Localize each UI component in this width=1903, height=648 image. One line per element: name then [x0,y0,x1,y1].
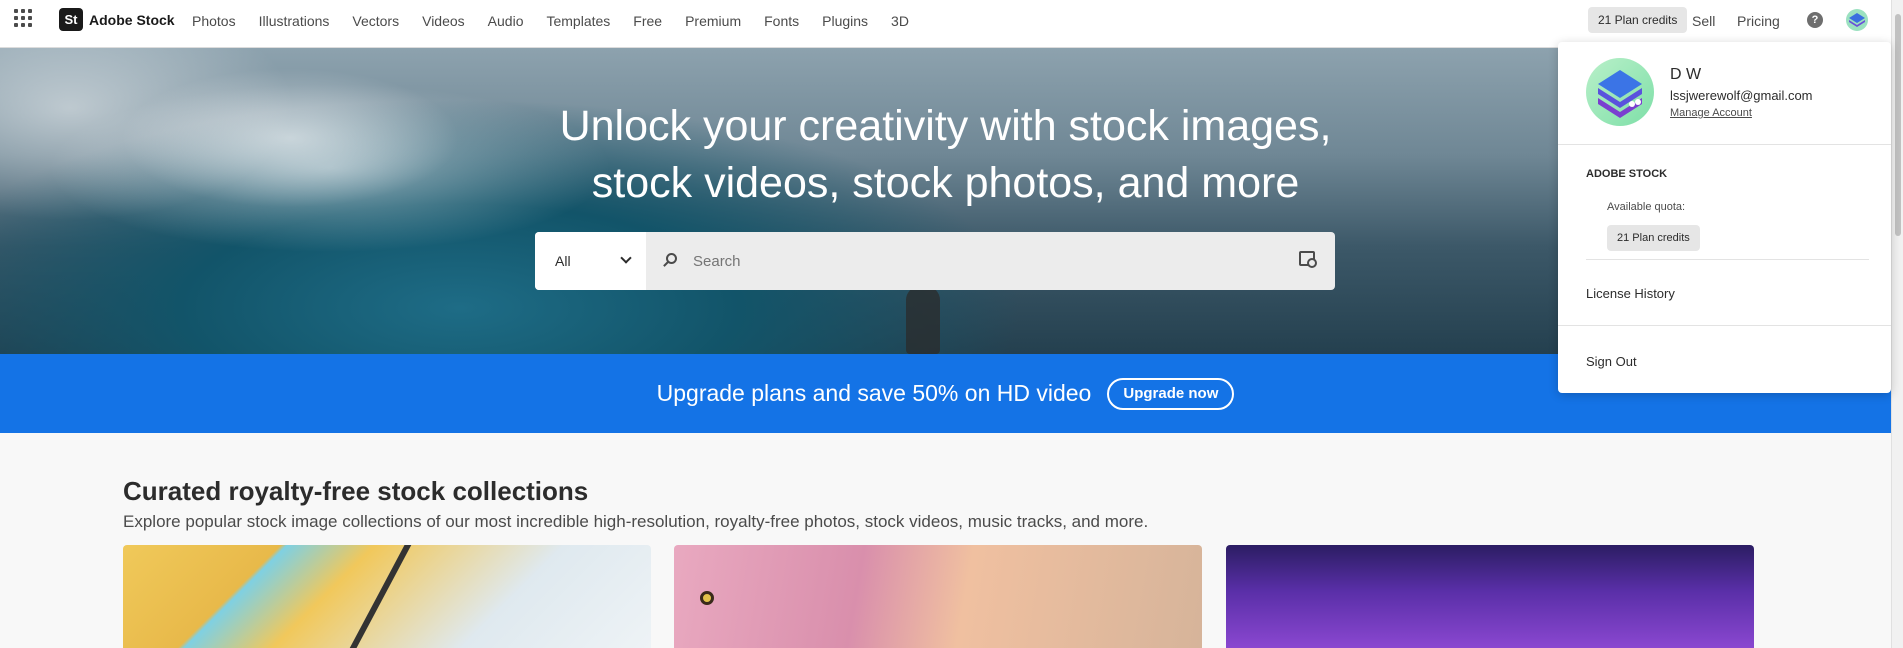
collection-card-2[interactable] [674,545,1202,648]
license-history-link[interactable]: License History [1586,286,1675,301]
search-bar: All [535,232,1335,290]
adobe-stock-logo[interactable]: St Adobe Stock [59,8,175,31]
account-avatar [1586,58,1654,126]
account-dropdown: D W lssjwerewolf@gmail.com Manage Accoun… [1558,42,1891,393]
plan-credits-button[interactable]: 21 Plan credits [1588,7,1688,33]
collections-subtitle: Explore popular stock image collections … [123,512,1149,531]
nav-link-3d[interactable]: 3D [891,13,909,29]
nav-link-free[interactable]: Free [633,13,662,29]
divider [1558,325,1891,326]
search-input[interactable] [693,252,1293,270]
pricing-link[interactable]: Pricing [1737,13,1780,29]
available-quota-label: Available quota: [1607,201,1686,213]
hero-title-line2: stock videos, stock photos, and more [591,159,1300,207]
sign-out-link[interactable]: Sign Out [1586,354,1637,369]
adobe-stock-section-title: ADOBE STOCK [1586,168,1668,180]
upgrade-now-button[interactable]: Upgrade now [1107,377,1235,410]
nav-link-photos[interactable]: Photos [192,13,236,29]
collections-title: Curated royalty-free stock collections [123,476,589,506]
nav-link-premium[interactable]: Premium [685,13,741,29]
category-nav: Photos Illustrations Vectors Videos Audi… [192,13,932,29]
promo-text: Upgrade plans and save 50% on HD video [656,380,1092,406]
quota-badge: 21 Plan credits [1607,225,1700,251]
search-field-wrapper [646,232,1335,290]
adobe-stock-logo-icon: St [59,8,83,31]
hero-title-line1: Unlock your creativity with stock images… [559,102,1332,150]
card-image-detail [340,545,412,648]
nav-link-videos[interactable]: Videos [422,13,465,29]
scrollbar-thumb[interactable] [1895,14,1901,236]
collection-card-1[interactable] [123,545,651,648]
apps-grid-icon[interactable] [14,9,32,27]
top-nav: St Adobe Stock Photos Illustrations Vect… [0,0,1891,48]
nav-link-vectors[interactable]: Vectors [352,13,399,29]
help-icon[interactable]: ? [1807,12,1823,28]
search-type-dropdown[interactable]: All [535,232,646,290]
avatar[interactable] [1846,9,1868,31]
collection-card-3[interactable] [1226,545,1754,648]
nav-link-templates[interactable]: Templates [546,13,610,29]
search-type-value: All [555,253,571,269]
card-image-detail [700,591,714,605]
account-email: lssjwerewolf@gmail.com [1670,88,1813,103]
sell-link[interactable]: Sell [1692,13,1715,29]
divider [1586,259,1869,260]
search-icon [666,253,677,264]
divider [1558,144,1891,145]
nav-link-plugins[interactable]: Plugins [822,13,868,29]
logo-text: Adobe Stock [89,11,175,28]
account-name: D W [1670,66,1702,83]
page-scrollbar[interactable] [1891,0,1903,648]
chevron-down-icon [620,252,632,264]
visual-search-icon[interactable] [1299,251,1317,268]
nav-link-illustrations[interactable]: Illustrations [259,13,330,29]
manage-account-link[interactable]: Manage Account [1670,107,1752,119]
nav-link-fonts[interactable]: Fonts [764,13,799,29]
nav-link-audio[interactable]: Audio [488,13,524,29]
hero-surfer [906,286,940,354]
